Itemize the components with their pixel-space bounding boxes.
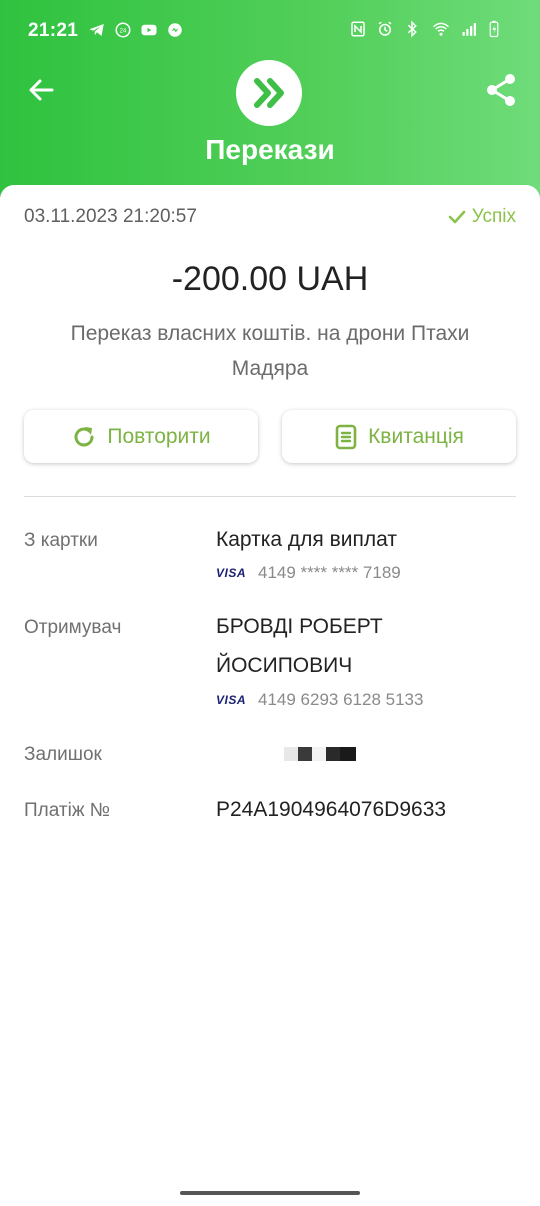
from-card-value: Картка для виплат — [216, 528, 397, 551]
privat24-icon: 24 — [115, 22, 131, 38]
transaction-amount: -200.00 UAH — [171, 260, 369, 298]
nfc-icon — [351, 21, 365, 37]
from-card-number: 4149 **** **** 7189 — [258, 563, 401, 582]
home-indicator[interactable] — [180, 1191, 360, 1195]
recipient-value: БРОВДІ РОБЕРТ ЙОСИПОВИЧ — [216, 615, 383, 677]
recipient-label: Отримувач — [24, 617, 122, 638]
signal-icon — [462, 23, 476, 36]
receipt-icon — [335, 424, 357, 449]
battery-icon — [489, 20, 499, 38]
receipt-button-label: Квитанція — [368, 424, 464, 448]
telegram-icon — [89, 24, 104, 36]
recipient-card-number: 4149 6293 6128 5133 — [258, 690, 424, 709]
status-time: 21:21 — [28, 20, 79, 41]
repeat-button[interactable]: Повторити — [24, 410, 258, 463]
balance-hidden-value — [284, 747, 356, 761]
arrow-left-icon[interactable] — [26, 74, 58, 106]
status-label: Успіх — [471, 206, 516, 227]
double-chevron-right-icon — [254, 78, 284, 108]
visa-logo-icon: VISA — [216, 566, 247, 580]
divider — [24, 496, 516, 497]
recipient-card-number-row: VISA 4149 6293 6128 5133 — [216, 690, 423, 710]
receipt-button[interactable]: Квитанція — [282, 410, 516, 463]
balance-label: Залишок — [24, 744, 102, 765]
status-badge: Успіх — [448, 206, 516, 228]
alarm-icon — [378, 21, 392, 36]
youtube-icon — [141, 24, 157, 36]
from-card-number-row: VISA 4149 **** **** 7189 — [216, 563, 401, 583]
payment-number-label: Платіж № — [24, 800, 111, 821]
repeat-button-label: Повторити — [107, 424, 211, 448]
share-icon[interactable] — [484, 72, 518, 108]
refresh-icon — [74, 426, 94, 446]
checkmark-icon — [448, 210, 465, 224]
from-card-label: З картки — [24, 530, 98, 551]
messenger-icon — [168, 23, 182, 37]
transfers-logo — [236, 60, 302, 126]
wifi-icon — [432, 22, 450, 36]
bluetooth-icon — [407, 20, 417, 38]
status-bar: 21:21 24 — [0, 0, 540, 62]
svg-text:24: 24 — [120, 28, 127, 34]
payment-number-value: P24A1904964076D9633 — [216, 798, 447, 821]
transaction-datetime: 03.11.2023 21:20:57 — [24, 206, 197, 227]
transaction-description: Переказ власних коштів. на дрони Птахи М… — [70, 322, 470, 380]
visa-logo-icon: VISA — [216, 693, 247, 707]
page-title: Перекази — [205, 134, 335, 165]
